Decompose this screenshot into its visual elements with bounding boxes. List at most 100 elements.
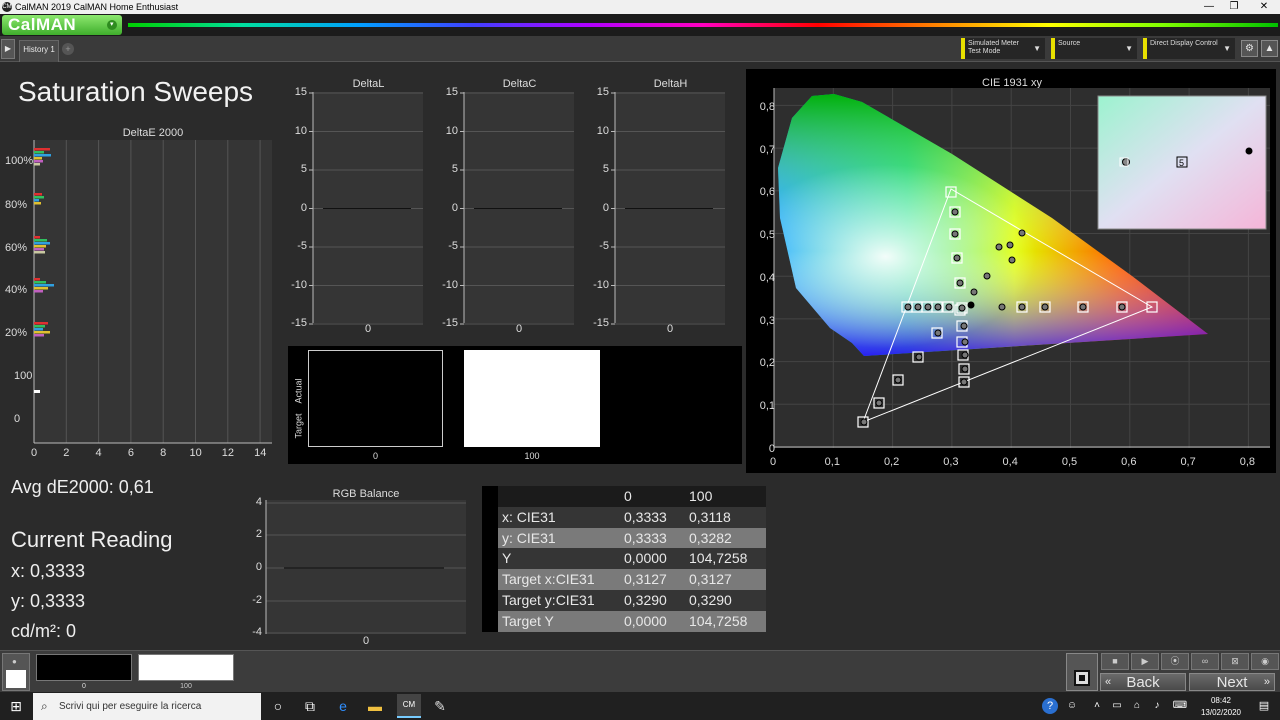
deltae-bar [34,325,45,328]
deltae-bar [34,248,44,251]
notifications-icon[interactable]: ▤ [1254,696,1274,716]
table-cell: 0,3290 [689,591,732,608]
rgb-balance-chart [265,500,466,634]
measured-point [998,303,1006,311]
play-icon: ▶ [1141,656,1149,666]
table-cell: 0,3118 [689,508,731,525]
deltae-x-label: 8 [160,447,167,459]
delta-x-label: 0 [364,323,372,335]
measured-point [915,353,923,361]
next-label: Next [1216,674,1248,691]
record-control-button[interactable]: ⦿ [1161,653,1189,670]
stop-control-button[interactable]: ■ [1101,653,1129,670]
table-cell: Target x:CIE31 [502,571,595,588]
taskbar-date[interactable]: 13/02/2020 [1196,708,1246,717]
deltae-bar [34,199,39,202]
minimize-button[interactable]: — [1195,0,1223,14]
file-explorer-icon[interactable]: ▬ [365,696,385,716]
rgb-y-label: 4 [255,496,262,508]
people-icon[interactable]: ☺ [1062,696,1082,716]
thumbnail-toggle[interactable]: ● [2,653,30,691]
task-view-icon[interactable]: ⧉ [300,696,320,716]
delta-y-label: -15 [593,317,609,329]
windows-start-icon[interactable]: ⊞ [6,696,26,716]
deltae-bar [34,281,46,284]
rgb-y-label: -2 [252,594,262,606]
meter-dropdown[interactable]: Simulated Meter Test Mode ▼ [961,38,1045,59]
table-cell: 0,3333 [624,529,667,546]
source-dropdown[interactable]: Source ▼ [1051,38,1137,59]
eye-control-button[interactable]: ◉ [1251,653,1279,670]
taskbar-search-input[interactable]: ⌕ Scrivi qui per eseguire la ricerca [33,693,261,720]
paint-icon[interactable]: ✎ [430,696,450,716]
measured-point [894,376,902,384]
chevron-up-icon[interactable]: ˄ [1087,696,1107,716]
battery-icon[interactable]: ▭ [1107,696,1127,716]
edge-icon[interactable]: e [333,696,353,716]
stop-button[interactable] [1066,653,1098,691]
display-control-dropdown[interactable]: Direct Display Control ▼ [1143,38,1235,59]
sidebar-toggle-button[interactable]: ▶ [1,39,15,59]
next-button[interactable]: Next » [1189,673,1275,691]
deltae-bar [34,390,40,393]
deltae-bar [34,157,42,160]
deltae-bar [34,331,50,334]
deltae-bar [34,284,54,287]
delta-y-label: -15 [291,317,307,329]
calman-menu-button[interactable]: CalMAN ▾ [2,15,122,35]
swatch-black[interactable] [308,350,443,447]
delta-y-label: 0 [300,201,307,214]
thumbnail-white[interactable] [138,654,234,681]
add-tab-button[interactable]: + [62,43,74,55]
measured-point [960,378,968,386]
volume-icon[interactable]: ♪ [1147,696,1167,716]
trash-control-button[interactable]: ⊠ [1221,653,1249,670]
swatch-white[interactable] [464,350,600,447]
deltae-bar [34,239,47,242]
restore-button[interactable]: ❐ [1220,0,1248,14]
collapse-button[interactable]: ▲ [1261,40,1278,57]
table-row: Y 0,0000 104,7258 [482,548,766,570]
measured-point [967,301,975,309]
calman-taskbar-icon[interactable]: CM [397,694,421,718]
taskbar: ⊞ ⌕ Scrivi qui per eseguire la ricerca ○… [0,692,1280,720]
display-control-label: Direct Display Control [1150,40,1218,47]
deltae-bar [34,193,42,196]
measured-point [1118,303,1126,311]
rainbow-bar [128,23,1278,27]
rgb-y-label: 0 [255,561,262,573]
table-cell: 0,3333 [624,508,667,525]
cie-x-label: 0,8 [1239,456,1256,468]
measured-point [956,279,964,287]
delta-y-label: -10 [593,278,609,291]
table-cell: 0,0000 [624,550,667,567]
current-reading-heading: Current Reading [11,527,173,552]
measured-point [914,303,922,311]
cortana-icon[interactable]: ○ [268,696,288,716]
play-control-button[interactable]: ▶ [1131,653,1159,670]
delta-y-label: -10 [442,278,458,291]
network-icon[interactable]: ⌂ [1127,696,1147,716]
tab-history-1[interactable]: History 1 [19,40,59,62]
chevron-double-left-icon: « [1105,676,1112,688]
rgb-y-label: 2 [255,528,262,540]
table-cell: 0,3127 [689,571,732,588]
taskbar-time[interactable]: 08:42 [1196,696,1246,705]
thumbnail-black[interactable] [36,654,132,681]
language-icon[interactable]: ⌨ [1170,696,1190,716]
measured-point [961,351,969,359]
table-row: Target x:CIE31 0,3127 0,3127 [482,569,766,590]
delta-y-label: 5 [602,163,609,175]
deltae-bar [34,202,41,205]
cie-y-label: 0,2 [759,357,775,370]
measured-point [945,303,953,311]
table-row: Target Y 0,0000 104,7258 [482,610,766,632]
delta-chart-title: DeltaC [502,78,537,90]
close-button[interactable]: ✕ [1250,0,1278,14]
chevron-down-icon: ▼ [1033,44,1041,53]
search-placeholder: Scrivi qui per eseguire la ricerca [59,701,202,712]
help-icon[interactable]: ? [1042,698,1058,714]
loop-control-button[interactable]: ∞ [1191,653,1219,670]
settings-gear-button[interactable]: ⚙ [1241,40,1258,57]
back-button[interactable]: « Back [1100,673,1186,691]
